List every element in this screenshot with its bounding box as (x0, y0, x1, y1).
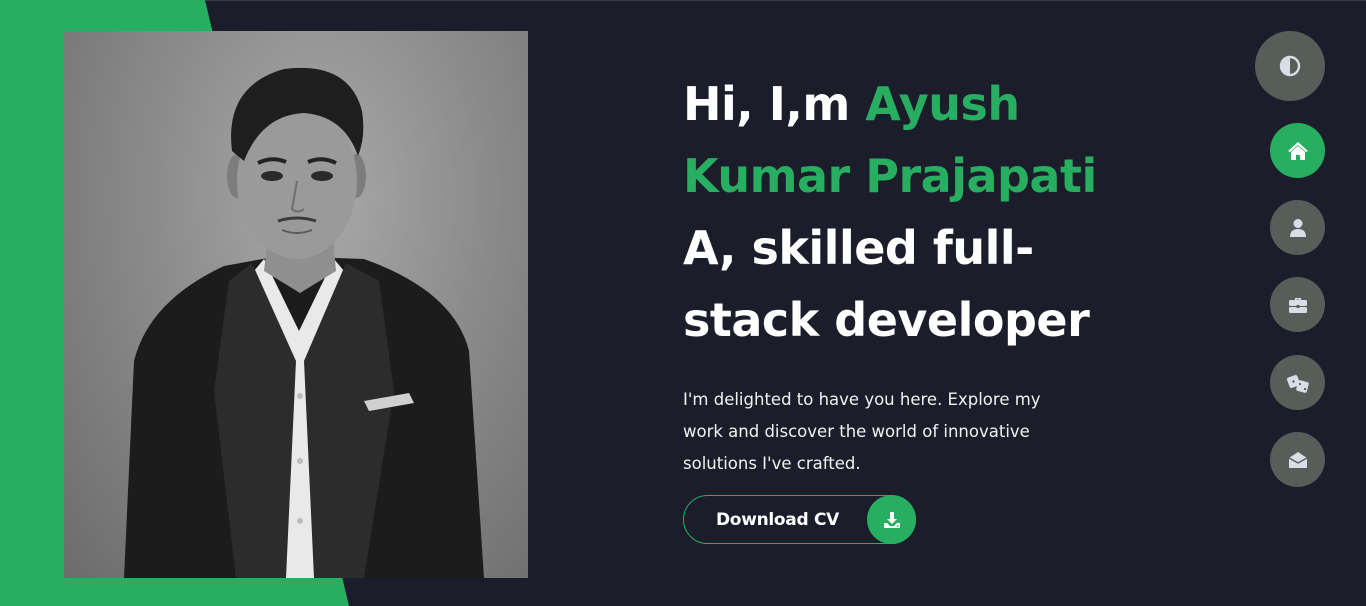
theme-toggle-button[interactable] (1255, 31, 1325, 101)
hero-headline: Hi, I,m Ayush Kumar Prajapati A, skilled… (683, 68, 1103, 356)
nav-contact-button[interactable] (1270, 432, 1325, 487)
download-cv-label: Download CV (716, 510, 839, 530)
home-icon (1287, 141, 1308, 160)
envelope-open-icon (1288, 451, 1307, 468)
download-cv-button[interactable]: Download CV (683, 495, 916, 544)
hero-section: Hi, I,m Ayush Kumar Prajapati A, skilled… (683, 68, 1103, 480)
tagline-text: A, skilled full-stack developer (683, 221, 1090, 347)
nav-home-button[interactable] (1270, 123, 1325, 178)
nav-portfolio-button[interactable] (1270, 277, 1325, 332)
greeting-text: Hi, I,m (683, 77, 850, 131)
nav-games-button[interactable] (1270, 355, 1325, 410)
contrast-icon (1279, 55, 1301, 77)
briefcase-icon (1288, 297, 1307, 313)
user-icon (1289, 218, 1306, 237)
nav-about-button[interactable] (1270, 200, 1325, 255)
intro-text: I'm delighted to have you here. Explore … (683, 390, 1041, 473)
download-icon (867, 495, 916, 544)
dice-icon (1286, 374, 1309, 393)
profile-photo (64, 31, 528, 578)
